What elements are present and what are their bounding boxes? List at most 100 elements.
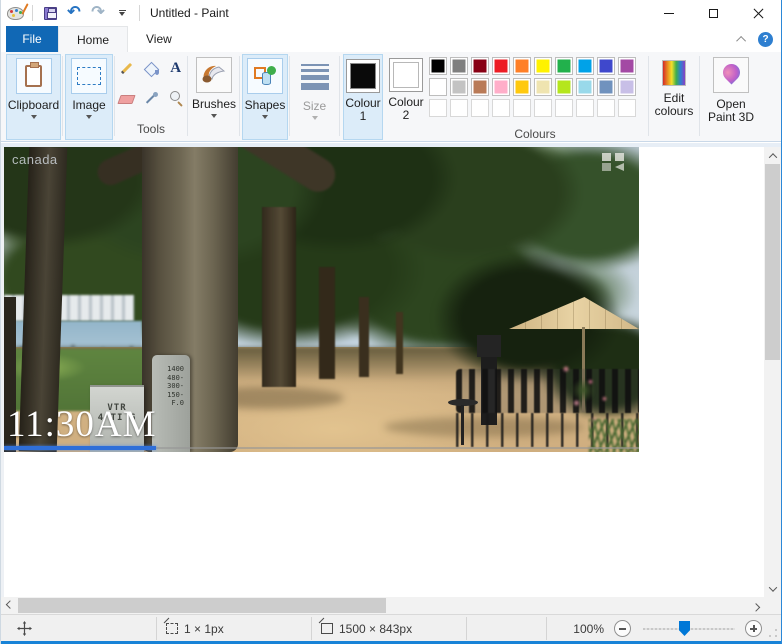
progress-fill bbox=[4, 446, 156, 450]
fill-tool-icon[interactable] bbox=[143, 60, 159, 76]
palette-swatch-empty[interactable] bbox=[597, 99, 615, 117]
canvas-image[interactable]: 1400480-300-150-F.0 VTR 4 TI G canada 11… bbox=[4, 147, 639, 452]
resize-grip[interactable] bbox=[768, 628, 778, 638]
help-icon[interactable]: ? bbox=[758, 32, 773, 47]
palette-swatch[interactable] bbox=[555, 57, 573, 75]
palette-swatch[interactable] bbox=[576, 78, 594, 96]
paint-logo-icon[interactable] bbox=[6, 4, 24, 22]
palette-swatch-empty[interactable] bbox=[534, 99, 552, 117]
palette-swatch-empty[interactable] bbox=[471, 99, 489, 117]
vertical-scrollbar[interactable] bbox=[764, 147, 781, 597]
rainbow-icon bbox=[662, 60, 686, 86]
shapes-button[interactable]: Shapes bbox=[242, 54, 288, 140]
palette-swatch-empty[interactable] bbox=[618, 99, 636, 117]
palette-swatch[interactable] bbox=[534, 57, 552, 75]
palette-swatch[interactable] bbox=[450, 57, 468, 75]
chevron-down-icon bbox=[86, 115, 92, 119]
save-button[interactable] bbox=[41, 4, 59, 22]
size-button[interactable]: Size bbox=[292, 54, 337, 140]
zoom-slider[interactable] bbox=[643, 620, 735, 637]
zoom-out-button[interactable] bbox=[614, 620, 631, 637]
clipboard-button[interactable]: Clipboard bbox=[6, 54, 61, 140]
colour2-button[interactable]: Colour2 bbox=[385, 54, 427, 140]
clipboard-icon bbox=[16, 58, 52, 94]
colour1-button[interactable]: Colour1 bbox=[343, 54, 383, 140]
palette-swatch[interactable] bbox=[492, 57, 510, 75]
brushes-button[interactable]: Brushes bbox=[190, 54, 238, 140]
colours-group-label: Colours bbox=[429, 127, 641, 141]
palette-swatch[interactable] bbox=[429, 57, 447, 75]
zoom-slider-thumb[interactable] bbox=[679, 621, 690, 636]
vertical-scroll-thumb[interactable] bbox=[765, 164, 780, 360]
colour1-swatch bbox=[350, 63, 376, 89]
scroll-up-arrow[interactable] bbox=[764, 147, 781, 164]
palette-swatch[interactable] bbox=[513, 57, 531, 75]
scroll-left-arrow[interactable] bbox=[1, 597, 18, 614]
palette-swatch[interactable] bbox=[576, 57, 594, 75]
image-size-icon bbox=[321, 623, 333, 634]
brushes-label: Brushes bbox=[192, 98, 236, 111]
ribbon-tabs: File Home View ? bbox=[1, 26, 781, 52]
photo-sign: 1400480-300-150-F.0 bbox=[152, 355, 190, 452]
palette-swatch[interactable] bbox=[597, 78, 615, 96]
palette-swatch[interactable] bbox=[513, 78, 531, 96]
palette-swatch[interactable] bbox=[534, 78, 552, 96]
colour1-label: Colour bbox=[345, 96, 380, 110]
palette-swatch-empty[interactable] bbox=[576, 99, 594, 117]
collapse-ribbon-icon[interactable] bbox=[736, 35, 746, 45]
tab-home[interactable]: Home bbox=[58, 26, 128, 52]
palette-swatch[interactable] bbox=[471, 57, 489, 75]
separator bbox=[139, 5, 140, 21]
undo-button[interactable]: ↶ bbox=[65, 4, 83, 22]
zoom-in-button[interactable] bbox=[745, 620, 762, 637]
palette-swatch-empty[interactable] bbox=[513, 99, 531, 117]
edit-colours-label: Edit bbox=[664, 91, 685, 105]
palette-swatch[interactable] bbox=[618, 78, 636, 96]
horizontal-scroll-thumb[interactable] bbox=[18, 598, 386, 613]
close-button[interactable] bbox=[736, 0, 781, 26]
chevron-down-icon bbox=[119, 10, 126, 16]
zoom-level-value: 100% bbox=[544, 622, 604, 636]
status-bar: 1 × 1px 1500 × 843px 100% bbox=[1, 614, 781, 641]
customize-qat-button[interactable] bbox=[113, 4, 131, 22]
palette-swatch[interactable] bbox=[597, 57, 615, 75]
tab-view[interactable]: View bbox=[128, 26, 190, 52]
redo-icon: ↷ bbox=[91, 6, 104, 20]
text-tool-icon[interactable]: A bbox=[168, 60, 184, 76]
color-picker-tool-icon[interactable] bbox=[143, 90, 159, 106]
selection-size-value: 1 × 1px bbox=[184, 622, 224, 636]
palette-swatch[interactable] bbox=[429, 78, 447, 96]
minimize-button[interactable] bbox=[646, 0, 691, 26]
cursor-position-icon bbox=[17, 621, 32, 636]
chevron-down-icon bbox=[262, 115, 268, 119]
palette-swatch[interactable] bbox=[492, 78, 510, 96]
watermark-text: canada bbox=[12, 152, 58, 167]
pencil-tool-icon[interactable] bbox=[118, 60, 134, 76]
maximize-button[interactable] bbox=[691, 0, 736, 26]
paint3d-icon bbox=[713, 57, 749, 93]
palette-swatch-empty[interactable] bbox=[450, 99, 468, 117]
magnifier-tool-icon[interactable] bbox=[168, 90, 184, 106]
canvas-viewport[interactable]: 1400480-300-150-F.0 VTR 4 TI G canada 11… bbox=[1, 147, 764, 597]
timestamp-overlay: 11:30AM bbox=[7, 403, 157, 446]
palette-swatch-empty[interactable] bbox=[429, 99, 447, 117]
scroll-down-arrow[interactable] bbox=[764, 580, 781, 597]
tab-file[interactable]: File bbox=[6, 26, 58, 52]
eraser-tool-icon[interactable] bbox=[118, 90, 134, 106]
palette-swatch[interactable] bbox=[450, 78, 468, 96]
palette-swatch[interactable] bbox=[471, 78, 489, 96]
horizontal-scrollbar[interactable] bbox=[1, 597, 764, 614]
open-paint3d-button[interactable]: OpenPaint 3D bbox=[703, 54, 759, 140]
save-icon bbox=[44, 7, 57, 20]
shapes-icon bbox=[247, 58, 283, 94]
redo-button[interactable]: ↷ bbox=[89, 4, 107, 22]
colour2-swatch bbox=[393, 62, 419, 88]
brush-icon bbox=[196, 57, 232, 93]
image-size-value: 1500 × 843px bbox=[339, 622, 412, 636]
palette-swatch-empty[interactable] bbox=[492, 99, 510, 117]
image-button[interactable]: Image bbox=[65, 54, 113, 140]
palette-swatch[interactable] bbox=[555, 78, 573, 96]
palette-swatch-empty[interactable] bbox=[555, 99, 573, 117]
edit-colours-button[interactable]: Editcolours bbox=[651, 54, 697, 140]
palette-swatch[interactable] bbox=[618, 57, 636, 75]
